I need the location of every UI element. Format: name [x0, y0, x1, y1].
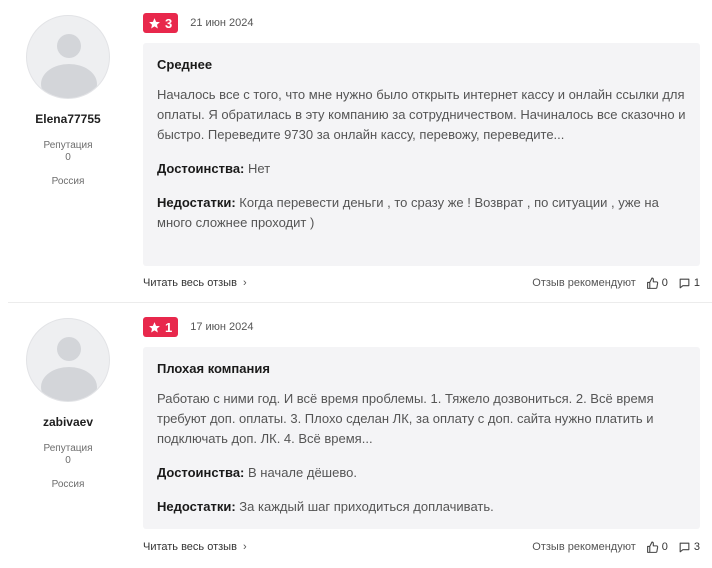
pros-label: Достоинства: [157, 465, 245, 480]
cons-text: За каждый шаг приходиться доплачивать. [239, 499, 494, 514]
recommend-label: Отзыв рекомендуют [532, 277, 636, 289]
author-name[interactable]: Elena77755 [8, 112, 128, 126]
cons-label: Недостатки: [157, 499, 236, 514]
like-count: 0 [661, 277, 668, 289]
review-title[interactable]: Плохая компания [157, 361, 686, 376]
review-item: zabivaev Репутация 0 Россия 1 17 июн 202… [0, 304, 712, 568]
read-full-review-link[interactable]: Читать весь отзыв › [143, 541, 247, 553]
pros-text: Нет [248, 161, 271, 176]
reputation-value: 0 [65, 152, 71, 163]
thumbs-up-icon [646, 277, 658, 289]
avatar[interactable] [26, 318, 110, 402]
comment-count: 3 [693, 541, 700, 553]
author-name[interactable]: zabivaev [8, 415, 128, 429]
rating-badge: 1 [143, 317, 179, 337]
comments-button[interactable]: 3 [678, 541, 700, 554]
review-date: 17 июн 2024 [190, 321, 254, 333]
review-divider [8, 302, 712, 303]
review-card: Плохая компания Работаю с ними год. И вс… [143, 347, 700, 529]
star-icon [149, 321, 160, 332]
review-item: Elena77755 Репутация 0 Россия 3 21 июн 2… [0, 0, 712, 302]
read-full-review-label: Читать весь отзыв [143, 541, 237, 553]
rating-value: 1 [165, 319, 173, 335]
reputation-value: 0 [65, 455, 71, 466]
chevron-right-icon: › [242, 277, 247, 289]
chevron-right-icon: › [242, 541, 247, 553]
like-button[interactable]: 0 [646, 541, 668, 554]
read-full-review-label: Читать весь отзыв [143, 277, 237, 289]
comment-icon [679, 542, 690, 552]
review-cons: Недостатки: За каждый шаг приходиться до… [157, 497, 686, 517]
reputation-label: Репутация [43, 140, 93, 151]
star-icon [149, 17, 160, 28]
review-pros: Достоинства: Нет [157, 159, 686, 179]
review-title[interactable]: Среднее [157, 57, 686, 72]
read-full-review-link[interactable]: Читать весь отзыв › [143, 277, 247, 289]
comments-button[interactable]: 1 [678, 277, 700, 290]
rating-value: 3 [165, 15, 173, 31]
review-author: Elena77755 Репутация 0 Россия [8, 15, 128, 187]
avatar[interactable] [26, 15, 110, 99]
review-author: zabivaev Репутация 0 Россия [8, 318, 128, 490]
review-footer: Читать весь отзыв › Отзыв рекомендуют 0 … [143, 275, 700, 291]
review-date: 21 июн 2024 [190, 17, 254, 29]
review-pros: Достоинства: В начале дёшево. [157, 463, 686, 483]
pros-label: Достоинства: [157, 161, 245, 176]
author-country: Россия [51, 479, 85, 490]
like-count: 0 [661, 541, 668, 553]
review-card: Среднее Началось все с того, что мне нуж… [143, 43, 700, 266]
cons-label: Недостатки: [157, 195, 236, 210]
comment-count: 1 [693, 277, 700, 289]
rating-badge: 3 [143, 13, 179, 33]
thumbs-up-icon [646, 541, 658, 553]
review-footer: Читать весь отзыв › Отзыв рекомендуют 0 … [143, 539, 700, 555]
review-header: 1 17 июн 2024 [143, 317, 254, 337]
review-text: Началось все с того, что мне нужно было … [157, 87, 686, 142]
author-country: Россия [51, 176, 85, 187]
pros-text: В начале дёшево. [248, 465, 357, 480]
recommend-label: Отзыв рекомендуют [532, 541, 636, 553]
review-cons: Недостатки: Когда перевести деньги , то … [157, 193, 686, 233]
reputation-label: Репутация [43, 443, 93, 454]
comment-icon [679, 278, 690, 288]
review-text: Работаю с ними год. И всё время проблемы… [157, 391, 654, 446]
review-header: 3 21 июн 2024 [143, 13, 254, 33]
like-button[interactable]: 0 [646, 277, 668, 290]
